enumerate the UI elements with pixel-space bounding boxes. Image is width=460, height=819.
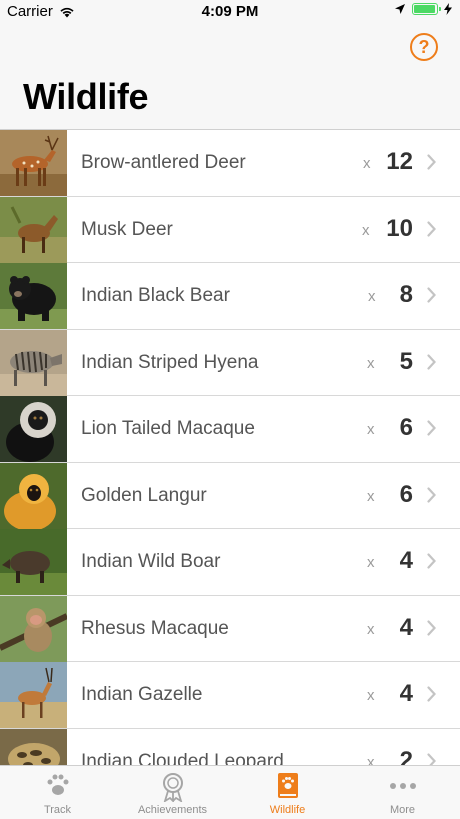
status-bar: Carrier 4:09 PM bbox=[0, 0, 460, 24]
animal-photo bbox=[0, 662, 67, 728]
list-item[interactable]: Indian Wild Boar x 4 bbox=[0, 529, 460, 596]
tab-track[interactable]: Track bbox=[0, 766, 115, 819]
tab-label: Track bbox=[43, 804, 72, 816]
list-item[interactable]: Indian Clouded Leopard x 2 bbox=[0, 728, 460, 767]
sighting-count: 5 bbox=[399, 347, 413, 375]
tab-more[interactable]: More bbox=[345, 766, 460, 819]
medal-icon bbox=[162, 773, 183, 802]
chevron-right-icon bbox=[427, 619, 436, 636]
location-arrow-icon bbox=[395, 4, 405, 14]
tab-achievements[interactable]: Achievements bbox=[115, 766, 230, 819]
count-prefix: x bbox=[367, 687, 375, 704]
count-prefix: x bbox=[367, 421, 375, 438]
animal-photo bbox=[0, 130, 67, 196]
sighting-count: 4 bbox=[399, 547, 413, 574]
animal-photo bbox=[0, 462, 67, 529]
help-button[interactable]: ? bbox=[410, 33, 438, 61]
charging-bolt-icon bbox=[444, 3, 452, 15]
list-item[interactable]: Musk Deer x 10 bbox=[0, 196, 460, 263]
sighting-count: 2 bbox=[399, 746, 413, 767]
animal-photo bbox=[0, 595, 67, 662]
status-right bbox=[394, 3, 452, 15]
list-item[interactable]: Lion Tailed Macaque x 6 bbox=[0, 396, 460, 463]
chevron-right-icon bbox=[427, 287, 436, 303]
sighting-count: 10 bbox=[386, 214, 413, 242]
animal-name: Musk Deer bbox=[81, 218, 173, 240]
sighting-count: 6 bbox=[399, 414, 413, 441]
chevron-right-icon bbox=[427, 353, 436, 370]
animal-photo bbox=[0, 329, 67, 396]
list-item[interactable]: Indian Striped Hyena x 5 bbox=[0, 329, 460, 396]
sighting-count: 6 bbox=[399, 480, 413, 508]
animal-name: Indian Gazelle bbox=[81, 684, 203, 705]
list-item[interactable]: Rhesus Macaque x 4 bbox=[0, 595, 460, 662]
animal-photo bbox=[0, 196, 67, 263]
chevron-right-icon bbox=[427, 486, 436, 503]
more-dots-icon bbox=[389, 783, 416, 789]
list-item[interactable]: Indian Gazelle x 4 bbox=[0, 662, 460, 729]
chevron-right-icon bbox=[427, 752, 436, 766]
animal-name: Brow-antlered Deer bbox=[81, 152, 246, 173]
chevron-right-icon bbox=[427, 553, 436, 569]
sighting-count: 4 bbox=[399, 680, 413, 707]
page-title: Wildlife bbox=[23, 76, 149, 117]
paw-print-icon bbox=[47, 774, 68, 795]
animal-name: Rhesus Macaque bbox=[81, 617, 229, 639]
wildlife-book-icon bbox=[277, 773, 298, 798]
animal-photo bbox=[0, 263, 67, 329]
list-item[interactable]: Indian Black Bear x 8 bbox=[0, 263, 460, 330]
count-prefix: x bbox=[367, 554, 375, 571]
animal-name: Indian Wild Boar bbox=[81, 551, 221, 572]
tab-label: Wildlife bbox=[269, 804, 306, 816]
battery-icon bbox=[412, 3, 441, 15]
chevron-right-icon bbox=[427, 154, 436, 170]
animal-photo bbox=[0, 728, 67, 766]
animal-name: Indian Black Bear bbox=[81, 285, 230, 306]
chevron-right-icon bbox=[427, 686, 436, 702]
chevron-right-icon bbox=[427, 220, 436, 237]
list-item[interactable]: Golden Langur x 6 bbox=[0, 462, 460, 529]
count-prefix: x bbox=[367, 354, 375, 372]
animal-name: Indian Striped Hyena bbox=[81, 351, 259, 373]
question-mark-icon: ? bbox=[418, 36, 430, 57]
animal-name: Lion Tailed Macaque bbox=[81, 418, 255, 439]
count-prefix: x bbox=[363, 155, 371, 172]
animal-name: Indian Clouded Leopard bbox=[81, 750, 284, 767]
wildlife-list[interactable]: Brow-antlered Deer x 12 Musk Deer x 10 I… bbox=[0, 129, 460, 766]
chevron-right-icon bbox=[427, 420, 436, 436]
tab-bar: Track Achievements Wildlife More bbox=[0, 765, 460, 819]
sighting-count: 12 bbox=[386, 148, 413, 175]
count-prefix: x bbox=[362, 221, 370, 239]
sighting-count: 8 bbox=[399, 281, 413, 308]
count-prefix: x bbox=[368, 288, 376, 305]
animal-photo bbox=[0, 529, 67, 595]
sighting-count: 4 bbox=[399, 613, 413, 641]
tab-label: Achievements bbox=[137, 804, 208, 816]
animal-photo bbox=[0, 396, 67, 462]
count-prefix: x bbox=[367, 620, 375, 638]
tab-wildlife[interactable]: Wildlife bbox=[230, 766, 345, 819]
tab-label: More bbox=[389, 804, 416, 816]
animal-name: Golden Langur bbox=[81, 484, 207, 506]
list-item[interactable]: Brow-antlered Deer x 12 bbox=[0, 130, 460, 197]
count-prefix: x bbox=[367, 487, 375, 505]
status-time: 4:09 PM bbox=[201, 3, 259, 20]
